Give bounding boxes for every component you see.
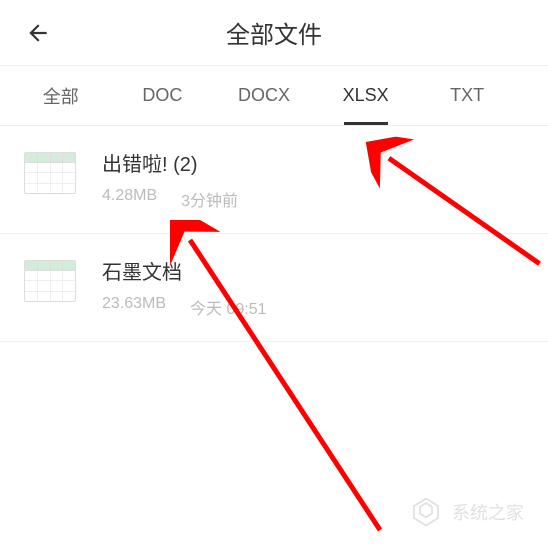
- list-item[interactable]: 出错啦! (2) 4.28MB 3分钟前: [0, 126, 548, 234]
- tab-txt[interactable]: TXT: [416, 69, 518, 122]
- tab-docx[interactable]: DOCX: [213, 69, 315, 122]
- watermark: 系统之家: [408, 494, 524, 530]
- watermark-logo-icon: [408, 494, 444, 530]
- file-time: 3分钟前: [181, 187, 238, 211]
- tabs-bar: 全部 DOC DOCX XLSX TXT: [0, 66, 548, 126]
- file-meta: 23.63MB 今天 09:51: [102, 295, 524, 319]
- file-meta: 4.28MB 3分钟前: [102, 187, 524, 211]
- watermark-text: 系统之家: [452, 499, 524, 525]
- file-list: 出错啦! (2) 4.28MB 3分钟前 石墨文档 23.63MB 今天 09:…: [0, 126, 548, 342]
- tab-doc[interactable]: DOC: [112, 69, 214, 122]
- arrow-left-icon: [25, 20, 51, 46]
- file-name: 出错啦! (2): [102, 148, 524, 177]
- file-name: 石墨文档: [102, 256, 524, 285]
- header: 全部文件: [0, 0, 548, 66]
- spreadsheet-icon: [24, 152, 76, 194]
- back-button[interactable]: [16, 11, 60, 55]
- file-size: 4.28MB: [102, 187, 157, 211]
- file-time: 今天 09:51: [190, 295, 267, 319]
- spreadsheet-icon: [24, 260, 76, 302]
- tab-more-edge: [518, 80, 538, 112]
- page-title: 全部文件: [226, 15, 322, 50]
- tab-all[interactable]: 全部: [10, 67, 112, 125]
- file-info: 石墨文档 23.63MB 今天 09:51: [102, 256, 524, 319]
- list-item[interactable]: 石墨文档 23.63MB 今天 09:51: [0, 234, 548, 342]
- file-size: 23.63MB: [102, 295, 166, 319]
- file-info: 出错啦! (2) 4.28MB 3分钟前: [102, 148, 524, 211]
- tab-xlsx[interactable]: XLSX: [315, 69, 417, 122]
